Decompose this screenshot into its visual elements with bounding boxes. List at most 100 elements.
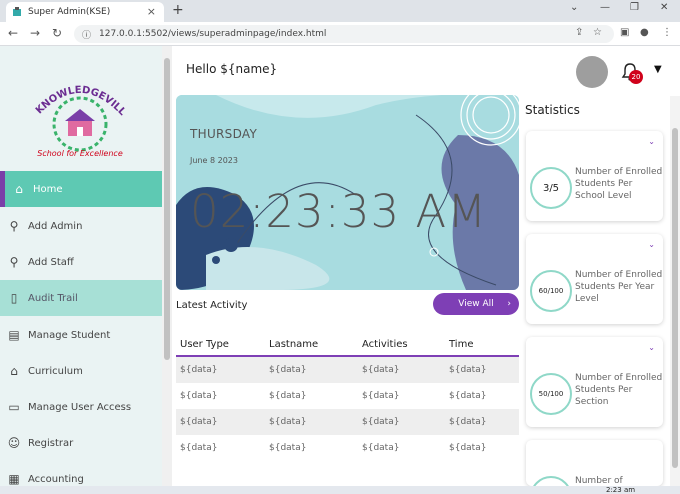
calculator-icon: ▦ <box>8 472 20 486</box>
view-all-label: View All <box>458 299 494 309</box>
table-cell: ${data} <box>269 391 307 401</box>
sidebar-item-label: Accounting <box>28 473 84 485</box>
sidebar-item-label: Registrar <box>28 437 74 449</box>
url-field[interactable]: ⓘ 127.0.0.1:5502/views/superadminpage/in… <box>74 25 614 43</box>
svg-text:School for Excellence: School for Excellence <box>37 149 123 158</box>
stat-card-year-level[interactable]: ⌄ 60/100 Number of Enrolled Students Per… <box>526 234 663 324</box>
sidebar-item-label: Manage User Access <box>28 401 132 413</box>
progress-ring: 60/100 <box>530 270 572 312</box>
avatar[interactable] <box>576 56 608 88</box>
column-header: User Type <box>180 338 229 350</box>
info-icon[interactable]: ⓘ <box>82 28 91 41</box>
sidebar-item-audit-trail[interactable]: ▯ Audit Trail <box>0 280 162 316</box>
stat-card-school-level[interactable]: ⌄ 3/5 Number of Enrolled Students Per Sc… <box>526 131 663 221</box>
maximize-icon[interactable]: ❐ <box>630 2 639 13</box>
browser-tab[interactable]: Super Admin(KSE) × <box>6 2 164 22</box>
browser-tab-bar: Super Admin(KSE) × + ⌄ — ❐ ✕ <box>0 0 680 22</box>
activity-table: User Type Lastname Activities Time ${dat… <box>176 333 519 461</box>
table-cell: ${data} <box>180 391 218 401</box>
url-text: 127.0.0.1:5502/views/superadminpage/inde… <box>99 29 327 39</box>
sidebar-item-accounting[interactable]: ▦ Accounting <box>0 461 162 486</box>
tab-close-icon[interactable]: × <box>147 5 156 18</box>
stat-card-section[interactable]: ⌄ 50/100 Number of Enrolled Students Per… <box>526 337 663 427</box>
school-logo: KNOWLEDGEVILLE School for Excellence <box>25 68 132 176</box>
chevron-down-icon[interactable]: ⌄ <box>570 2 578 13</box>
back-icon[interactable]: ← <box>8 26 18 40</box>
column-header: Lastname <box>269 338 319 350</box>
main-scrollbar[interactable] <box>670 96 680 486</box>
sidebar-item-label: Add Staff <box>28 256 74 268</box>
table-cell: ${data} <box>449 417 487 427</box>
stat-label: Number of <box>575 476 623 486</box>
site-favicon-icon <box>12 7 22 17</box>
sidebar-item-label: Audit Trail <box>28 292 78 304</box>
sidebar-scrollbar[interactable] <box>162 46 172 486</box>
scrollbar-thumb[interactable] <box>164 58 170 360</box>
stat-label: Number of Enrolled Students Per Section <box>575 373 663 407</box>
sidebar: KNOWLEDGEVILLE School for Excellence ⌂ H… <box>0 46 162 486</box>
add-user-icon: ⚲ <box>9 219 19 233</box>
share-icon[interactable]: ⇪ <box>575 27 583 38</box>
table-cell: ${data} <box>180 443 218 453</box>
menu-dots-icon[interactable]: ⋮ <box>662 27 672 38</box>
sidebar-item-manage-student[interactable]: ▤ Manage Student <box>0 317 162 353</box>
table-cell: ${data} <box>449 365 487 375</box>
table-cell: ${data} <box>362 365 400 375</box>
reload-icon[interactable]: ↻ <box>52 26 62 40</box>
latest-activity-title: Latest Activity <box>176 300 248 311</box>
clock-date: June 8 2023 <box>190 156 238 165</box>
minimize-icon[interactable]: — <box>600 2 610 13</box>
sidebar-item-home[interactable]: ⌂ Home <box>0 171 162 207</box>
address-bar: ← → ↻ ⓘ 127.0.0.1:5502/views/superadminp… <box>0 22 680 46</box>
table-cell: ${data} <box>180 365 218 375</box>
table-cell: ${data} <box>269 417 307 427</box>
add-user-icon: ⚲ <box>9 255 19 269</box>
sidebar-item-label: Curriculum <box>28 365 83 377</box>
profile-icon[interactable]: ● <box>640 27 649 38</box>
sidebar-item-add-admin[interactable]: ⚲ Add Admin <box>0 208 162 244</box>
scrollbar-thumb[interactable] <box>672 128 678 468</box>
view-all-button[interactable]: View All › <box>433 293 519 315</box>
sidebar-item-manage-user-access[interactable]: ▭ Manage User Access <box>0 389 162 425</box>
sidebar-toggle-icon[interactable]: ▣ <box>620 27 629 38</box>
document-icon: ▯ <box>10 291 18 305</box>
caret-down-icon[interactable]: ▼ <box>654 64 662 75</box>
table-cell: ${data} <box>180 417 218 427</box>
column-header: Time <box>449 338 474 350</box>
progress-ring: 3/5 <box>530 167 572 209</box>
window-close-icon[interactable]: ✕ <box>660 2 668 13</box>
chevron-down-icon[interactable]: ⌄ <box>648 343 655 352</box>
id-card-icon: ▤ <box>8 328 20 342</box>
table-row: ${data} ${data} ${data} ${data} <box>176 357 519 383</box>
clock-card: THURSDAY June 8 2023 02:23:33 AM <box>176 95 519 290</box>
progress-ring <box>530 476 572 486</box>
sidebar-item-registrar[interactable]: ☺ Registrar <box>0 425 162 461</box>
progress-ring: 50/100 <box>530 373 572 415</box>
clock-time: 02:23:33 AM <box>190 185 488 238</box>
forward-icon[interactable]: → <box>30 26 40 40</box>
chevron-down-icon[interactable]: ⌄ <box>648 240 655 249</box>
bookmark-star-icon[interactable]: ☆ <box>593 27 602 38</box>
table-cell: ${data} <box>362 417 400 427</box>
stat-card-partial[interactable]: Number of <box>526 440 663 486</box>
chevron-down-icon[interactable]: ⌄ <box>648 137 655 146</box>
notification-badge: 20 <box>629 70 643 84</box>
person-icon: ☺ <box>7 436 21 450</box>
sidebar-item-add-staff[interactable]: ⚲ Add Staff <box>0 244 162 280</box>
table-row: ${data} ${data} ${data} ${data} <box>176 409 519 435</box>
greeting-text: Hello ${name} <box>186 62 278 76</box>
taskbar-clock: 2:23 am <box>606 486 636 494</box>
stat-label: Number of Enrolled Students Per School L… <box>575 167 663 201</box>
sidebar-item-label: Home <box>33 183 63 195</box>
statistics-title: Statistics <box>525 103 580 117</box>
chevron-right-icon: › <box>507 299 511 309</box>
monitor-icon: ▭ <box>8 400 20 414</box>
table-header: User Type Lastname Activities Time <box>176 333 519 357</box>
sidebar-item-label: Manage Student <box>28 329 111 341</box>
new-tab-icon[interactable]: + <box>172 2 184 18</box>
os-taskbar <box>0 486 680 494</box>
sidebar-item-curriculum[interactable]: ⌂ Curriculum <box>0 353 162 389</box>
table-cell: ${data} <box>362 443 400 453</box>
tab-title: Super Admin(KSE) <box>28 7 111 17</box>
table-row: ${data} ${data} ${data} ${data} <box>176 383 519 409</box>
